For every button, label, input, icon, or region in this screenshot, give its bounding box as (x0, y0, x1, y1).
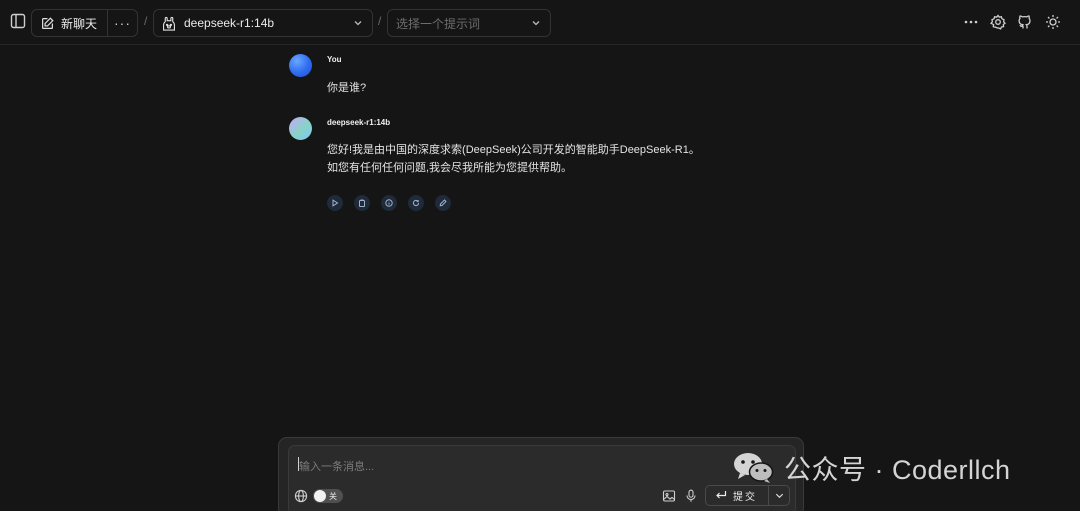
breadcrumb-separator: / (144, 14, 148, 28)
image-upload-icon[interactable] (662, 489, 676, 503)
more-menu-button[interactable]: ··· (108, 10, 137, 36)
message-sender: deepseek-r1:14b (327, 118, 391, 127)
submit-group: 提交 (705, 485, 790, 506)
ollama-icon (163, 16, 175, 31)
theme-sun-icon[interactable] (1044, 13, 1062, 31)
user-avatar (289, 54, 312, 77)
message-sender: You (327, 55, 342, 64)
github-icon[interactable] (1016, 13, 1034, 31)
globe-icon[interactable] (294, 489, 308, 503)
model-name: deepseek-r1:14b (184, 16, 275, 30)
regenerate-icon[interactable] (408, 195, 424, 211)
toggle-knob (314, 490, 326, 502)
model-select[interactable]: deepseek-r1:14b (153, 9, 373, 37)
message-text-line-2: 如您有任何任何问题,我会尽我所能为您提供帮助。 (327, 162, 573, 174)
edit-message-icon[interactable] (435, 195, 451, 211)
chevron-down-icon (354, 21, 362, 26)
info-icon[interactable] (381, 195, 397, 211)
more-options-icon[interactable] (962, 13, 980, 31)
watermark: 公众号 · Coderllch (732, 448, 1011, 487)
enter-icon (716, 491, 727, 499)
submit-options-button[interactable] (769, 486, 789, 505)
top-bar: 新聊天 ··· / deepseek-r1:14b / 选择一个提示词 (0, 0, 1080, 45)
sidebar-toggle-icon[interactable] (8, 11, 28, 31)
copy-icon[interactable] (354, 195, 370, 211)
message-composer: 输入一条消息... 关 提交 (288, 445, 796, 511)
message-user: You 你是谁? (289, 54, 789, 104)
submit-button[interactable]: 提交 (706, 486, 769, 505)
wechat-icon (734, 452, 774, 483)
new-chat-group: 新聊天 ··· (31, 9, 138, 37)
settings-icon[interactable] (989, 13, 1007, 31)
new-chat-button[interactable]: 新聊天 (32, 10, 108, 36)
prompt-select-placeholder: 选择一个提示词 (396, 16, 481, 31)
prompt-select[interactable]: 选择一个提示词 (387, 9, 551, 37)
message-assistant: deepseek-r1:14b 您好!我是由中国的深度求索(DeepSeek)公… (289, 117, 789, 217)
message-text-line-1: 您好!我是由中国的深度求索(DeepSeek)公司开发的智能助手DeepSeek… (327, 144, 700, 156)
assistant-avatar (289, 117, 312, 140)
submit-label: 提交 (733, 492, 757, 503)
message-actions (327, 195, 451, 211)
web-search-toggle[interactable]: 关 (313, 489, 343, 503)
more-icon: ··· (114, 15, 131, 31)
microphone-icon[interactable] (684, 489, 698, 503)
play-audio-icon[interactable] (327, 195, 343, 211)
chevron-down-icon (532, 21, 540, 26)
chevron-down-icon (775, 493, 783, 499)
message-input[interactable]: 输入一条消息... (299, 458, 374, 474)
message-text: 你是谁? (327, 82, 367, 94)
edit-icon (42, 16, 54, 29)
new-chat-label: 新聊天 (61, 16, 98, 31)
toggle-label: 关 (329, 491, 337, 501)
breadcrumb-separator: / (378, 14, 382, 28)
watermark-text: 公众号 · Coderllch (784, 455, 1011, 485)
